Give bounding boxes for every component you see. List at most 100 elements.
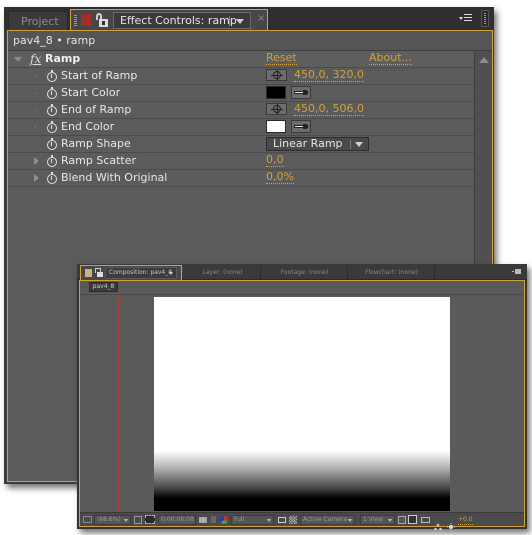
scroll-up-arrow-icon[interactable]: [479, 57, 489, 63]
tab-composition[interactable]: Composition: pav4_8 ×: [80, 265, 184, 281]
channel-rgb-icon[interactable]: [220, 516, 228, 524]
grid-guide-options-icon[interactable]: [134, 516, 142, 524]
bullet-dot: [34, 92, 36, 94]
effect-controls-layer-dropdown[interactable]: Effect Controls: ramp: [113, 12, 251, 29]
point-picker-button[interactable]: [266, 103, 287, 115]
timeline-icon[interactable]: [421, 517, 430, 523]
exposure-value[interactable]: +0,0: [458, 515, 473, 525]
camera-view-dropdown[interactable]: Active Camera: [300, 515, 355, 525]
blend-with-original-value[interactable]: 0,0%: [266, 171, 294, 184]
guide-line-left[interactable]: [118, 295, 119, 513]
chevron-down-icon: [169, 272, 173, 275]
lock-icon[interactable]: [95, 268, 103, 277]
end-color-swatch[interactable]: [266, 120, 286, 133]
dropdown-separator: [229, 16, 230, 26]
point-picker-button[interactable]: [266, 69, 287, 81]
point-value[interactable]: 450,0, 506,0: [294, 103, 364, 116]
comp-navigator-chip[interactable]: pav4_8: [89, 282, 118, 292]
flowchart-icon[interactable]: [434, 516, 442, 531]
property-label: End of Ramp: [61, 103, 132, 116]
property-row-end-color: End Color: [8, 119, 474, 136]
chevron-down-icon: [348, 519, 352, 522]
twirl-down-icon[interactable]: [14, 57, 22, 62]
reset-link[interactable]: Reset: [266, 52, 297, 65]
breadcrumb: pav4_8 • ramp: [8, 31, 492, 51]
panel-tab-bar: Project Effect Controls: ramp ×: [4, 7, 494, 31]
panel-menu-icon[interactable]: [512, 269, 521, 274]
tab-layer[interactable]: Layer: (none): [185, 266, 261, 279]
composition-viewport[interactable]: [80, 294, 524, 513]
camera-snapshot-icon[interactable]: [199, 517, 207, 523]
stopwatch-icon[interactable]: [47, 121, 57, 133]
panel-menu-icon[interactable]: [459, 13, 473, 23]
fast-previews-icon[interactable]: [408, 515, 417, 524]
stopwatch-icon[interactable]: [47, 87, 57, 99]
composition-dropdown[interactable]: Composition: pav4_8: [105, 267, 177, 279]
chevron-down-icon: [124, 519, 128, 522]
property-row-ramp-shape: Ramp Shape Linear Ramp: [8, 136, 474, 153]
bullet-dot: [34, 126, 36, 128]
eyedropper-icon[interactable]: [291, 120, 311, 133]
mask-visibility-icon[interactable]: [145, 515, 155, 524]
bullet-dot: [34, 143, 36, 145]
view-layout-value: 1 View: [363, 516, 383, 523]
layer-label-color-swatch: [81, 14, 91, 26]
stopwatch-icon[interactable]: [47, 138, 57, 150]
tab-project[interactable]: Project: [8, 11, 68, 30]
stopwatch-icon[interactable]: [47, 172, 57, 184]
property-row-blend-with-original: Blend With Original 0,0%: [8, 170, 474, 187]
start-color-swatch[interactable]: [266, 86, 286, 99]
stopwatch-icon[interactable]: [47, 104, 57, 116]
about-link[interactable]: About...: [369, 52, 413, 65]
ramp-scatter-value[interactable]: 0,0: [266, 154, 284, 167]
property-row-start-color: Start Color: [8, 85, 474, 102]
show-snapshot-icon[interactable]: [211, 516, 216, 523]
lock-icon[interactable]: [96, 13, 108, 27]
property-label: Start of Ramp: [61, 69, 138, 82]
effect-name: Ramp: [45, 52, 81, 65]
stopwatch-icon[interactable]: [47, 155, 57, 167]
composition-footer-toolbar: (68,6%) 0:00:06:08 Full Active Camera 1 …: [80, 512, 524, 531]
region-of-interest-icon[interactable]: [278, 517, 286, 523]
tab-flowchart[interactable]: Flowchart: (none): [349, 266, 435, 279]
property-label: Ramp Shape: [61, 137, 131, 150]
point-value[interactable]: 450,0, 320,0: [294, 69, 364, 82]
bullet-dot: [34, 75, 36, 77]
resolution-dropdown[interactable]: Full: [231, 515, 274, 525]
view-layout-dropdown[interactable]: 1 View: [360, 515, 395, 525]
fx-toggle-icon[interactable]: fx: [30, 51, 41, 67]
property-label: Blend With Original: [61, 171, 168, 184]
tab-title: Composition: pav4_8: [109, 269, 173, 276]
stopwatch-icon[interactable]: [47, 70, 57, 82]
timecode-field[interactable]: 0:00:06:08: [158, 515, 196, 525]
tab-title: Effect Controls: ramp: [120, 14, 237, 27]
always-preview-icon[interactable]: [83, 516, 92, 523]
property-row-ramp-scatter: Ramp Scatter 0,0: [8, 153, 474, 170]
property-label: End Color: [61, 120, 115, 133]
chevron-down-icon: [267, 519, 271, 522]
effect-header-row[interactable]: fx Ramp Reset About...: [8, 51, 474, 68]
close-icon[interactable]: ×: [257, 13, 265, 24]
close-icon[interactable]: ×: [179, 267, 184, 274]
transparency-grid-icon[interactable]: [289, 516, 297, 524]
ramp-shape-select[interactable]: Linear Ramp: [266, 137, 369, 151]
magnification-value: (68,6%): [97, 516, 121, 523]
bullet-dot: [34, 109, 36, 111]
comp-label-color-swatch: [85, 269, 92, 277]
property-row-end-of-ramp: End of Ramp 450,0, 506,0: [8, 102, 474, 119]
twirl-right-icon[interactable]: [34, 174, 39, 182]
exposure-icon[interactable]: [447, 516, 455, 531]
select-value: Linear Ramp: [273, 137, 343, 150]
composition-body: pav4_8 (68,6%) 0:00:06:08 Full Active Ca…: [79, 280, 525, 531]
tab-effect-controls[interactable]: Effect Controls: ramp ×: [70, 9, 268, 31]
panel-resize-grip[interactable]: [481, 10, 489, 27]
property-row-start-of-ramp: Start of Ramp 450,0, 320,0: [8, 68, 474, 85]
tab-footage[interactable]: Footage: (none): [262, 266, 348, 279]
chevron-down-icon: [388, 519, 392, 522]
guide-line-right[interactable]: [485, 295, 486, 513]
toggle-pixel-aspect-icon[interactable]: [398, 516, 406, 524]
eyedropper-icon[interactable]: [291, 86, 311, 99]
tab-grip-handle[interactable]: [74, 15, 77, 26]
twirl-right-icon[interactable]: [34, 157, 39, 165]
magnification-dropdown[interactable]: (68,6%): [94, 515, 131, 525]
